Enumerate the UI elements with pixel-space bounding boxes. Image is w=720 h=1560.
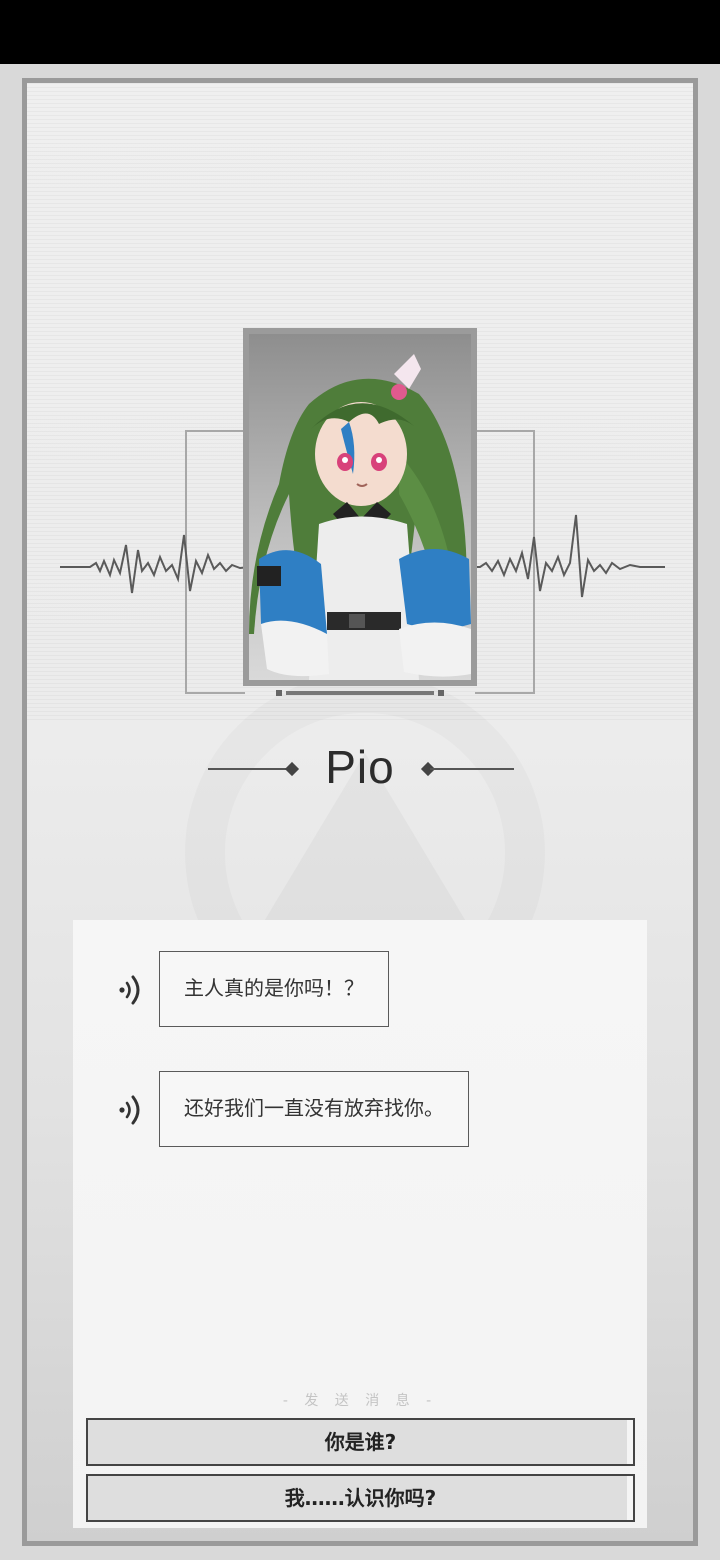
- voice-icon[interactable]: [117, 1093, 147, 1127]
- name-divider-right: [430, 768, 514, 770]
- reply-option-do-i-know-you[interactable]: 我……认识你吗?: [86, 1474, 635, 1522]
- send-message-label: - 发 送 消 息 -: [282, 1393, 438, 1409]
- voice-waveform-right: [470, 514, 665, 598]
- chat-panel: 主人真的是你吗！？ 还好我们一直没有放弃找你。 - 发 送 消 息 - 你是谁?…: [73, 920, 647, 1528]
- character-name-row: Pio: [0, 740, 720, 800]
- character-name: Pio: [325, 741, 395, 793]
- message-bubble: 还好我们一直没有放弃找你。: [159, 1071, 469, 1147]
- voice-waveform-left: [60, 534, 250, 594]
- character-portrait: [243, 328, 477, 686]
- message-bubble: 主人真的是你吗！？: [159, 951, 389, 1027]
- status-bar: [0, 0, 720, 64]
- character-illustration: [249, 354, 471, 680]
- voice-icon[interactable]: [117, 973, 147, 1007]
- reply-option-who-are-you[interactable]: 你是谁?: [86, 1418, 635, 1466]
- portrait-base: [276, 690, 444, 696]
